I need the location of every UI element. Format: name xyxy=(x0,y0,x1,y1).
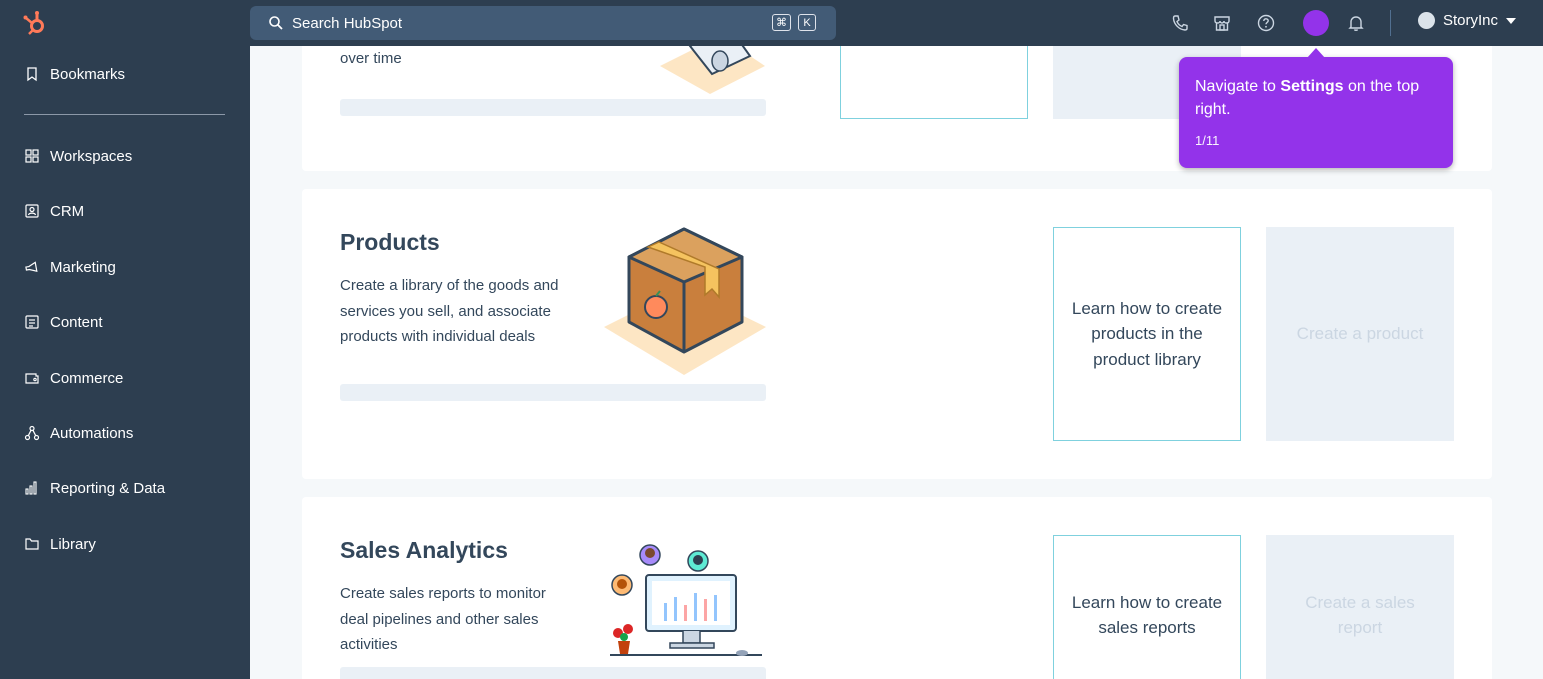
notification-bell-icon[interactable] xyxy=(1346,13,1366,33)
card-title: Sales Analytics xyxy=(340,537,508,563)
tooltip-text-before: Navigate to xyxy=(1195,78,1281,95)
package-box-icon xyxy=(604,227,766,375)
tooltip-message: Navigate to Settings on the top right. xyxy=(1195,75,1437,121)
progress-bar xyxy=(340,384,766,401)
card-description: Create a library of the goods and servic… xyxy=(340,277,559,345)
search-placeholder: Search HubSpot xyxy=(292,14,403,32)
topbar-divider xyxy=(1390,10,1391,36)
learn-link-label: Learn how to create products in the prod… xyxy=(1071,298,1223,369)
sidebar-item-automations[interactable]: Automations xyxy=(24,421,133,445)
card-title: Products xyxy=(340,229,440,255)
tooltip-text-bold: Settings xyxy=(1280,78,1344,95)
sidebar-item-label: CRM xyxy=(50,202,85,220)
megaphone-icon xyxy=(25,261,38,273)
folder-icon xyxy=(25,538,39,550)
sidebar-item-label: Library xyxy=(50,535,96,553)
sidebar-item-reporting-data[interactable]: Reporting & Data xyxy=(24,476,165,500)
learn-link-label: Learn how to create sales reports xyxy=(1071,592,1223,638)
document-icon xyxy=(25,315,39,329)
learn-link-box[interactable] xyxy=(840,46,1028,119)
learn-create-sales-reports-link[interactable]: Learn how to create sales reports xyxy=(1053,535,1241,679)
workflow-icon xyxy=(24,425,40,441)
search-bar[interactable]: Search HubSpot ⌘ K xyxy=(250,6,836,40)
account-name: StoryInc xyxy=(1443,12,1499,29)
grid-icon xyxy=(25,149,39,163)
create-product-button[interactable]: Create a product xyxy=(1266,227,1454,441)
learn-create-products-link[interactable]: Learn how to create products in the prod… xyxy=(1053,227,1241,441)
shortcut-cmd-key: ⌘ xyxy=(772,14,791,31)
help-icon[interactable] xyxy=(1256,13,1276,33)
shortcut-k-key: K xyxy=(798,14,816,31)
sidebar-item-label: Bookmarks xyxy=(50,65,126,83)
sales-report-illustration-icon xyxy=(610,544,762,656)
card-description: over time xyxy=(340,50,402,67)
sidebar-item-label: Content xyxy=(50,313,103,331)
tooltip-step-counter: 1/11 xyxy=(1195,133,1220,148)
create-sales-report-button[interactable]: Create a sales report xyxy=(1266,535,1454,679)
sidebar-item-workspaces[interactable]: Workspaces xyxy=(24,144,132,168)
sidebar-item-library[interactable]: Library xyxy=(24,532,96,556)
setup-card-products: Products Create a library of the goods a… xyxy=(302,189,1492,479)
progress-bar xyxy=(340,667,766,679)
sidebar-item-label: Marketing xyxy=(50,258,116,276)
marketplace-icon[interactable] xyxy=(1212,13,1232,33)
action-label: Create a sales report xyxy=(1305,592,1415,638)
walkthrough-tooltip: Navigate to Settings on the top right. 1… xyxy=(1179,48,1453,168)
hubspot-logo-icon[interactable] xyxy=(22,10,48,36)
sidebar-item-label: Workspaces xyxy=(50,147,133,165)
wallet-icon xyxy=(25,373,39,384)
sidebar-divider xyxy=(24,114,225,115)
setup-card-sales-analytics: Sales Analytics Create sales reports to … xyxy=(302,497,1492,679)
sidebar-item-bookmarks[interactable]: Bookmarks xyxy=(24,62,125,86)
settings-highlight-icon[interactable] xyxy=(1303,10,1329,36)
sidebar-item-label: Automations xyxy=(50,424,134,442)
sidebar-item-label: Reporting & Data xyxy=(50,479,166,497)
bookmark-icon xyxy=(27,67,37,82)
account-avatar-icon xyxy=(1418,12,1435,29)
phone-icon[interactable] xyxy=(1170,13,1190,33)
card-description: Create sales reports to monitor deal pip… xyxy=(340,585,546,653)
setup-illustration-icon xyxy=(660,46,765,94)
action-label: Create a product xyxy=(1296,324,1424,344)
sidebar-item-commerce[interactable]: Commerce xyxy=(24,366,123,390)
search-icon xyxy=(269,16,283,30)
contact-card-icon xyxy=(25,204,39,218)
account-menu[interactable]: StoryInc xyxy=(1418,12,1517,29)
sidebar-item-crm[interactable]: CRM xyxy=(24,199,84,223)
progress-bar xyxy=(340,99,766,116)
sidebar: Bookmarks Workspaces CRM Marketing Conte… xyxy=(0,46,250,679)
sidebar-item-content[interactable]: Content xyxy=(24,310,103,334)
sidebar-item-marketing[interactable]: Marketing xyxy=(24,255,116,279)
top-navigation-bar: Search HubSpot ⌘ K StoryInc xyxy=(0,0,1543,46)
sidebar-item-label: Commerce xyxy=(50,369,124,387)
bar-chart-icon xyxy=(25,481,37,495)
caret-down-icon xyxy=(1506,17,1517,24)
